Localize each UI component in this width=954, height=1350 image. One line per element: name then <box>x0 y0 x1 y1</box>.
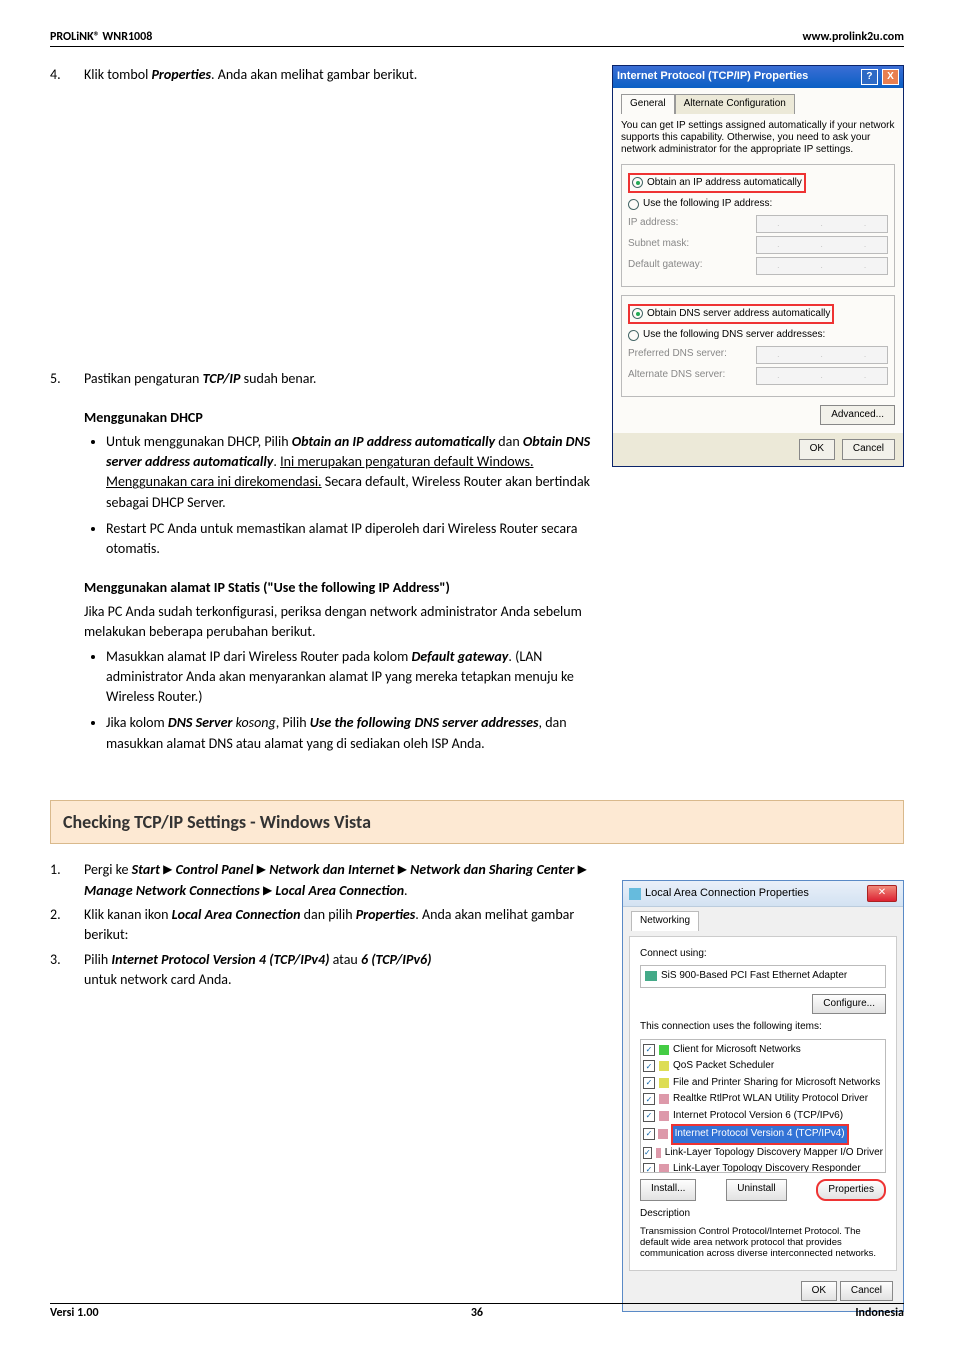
connection-items-list[interactable]: ✓Client for Microsoft Networks ✓QoS Pack… <box>640 1039 886 1173</box>
close-icon[interactable]: ✕ <box>867 885 897 902</box>
tab-networking[interactable]: Networking <box>631 911 699 931</box>
radio-obtain-ip-auto[interactable]: Obtain an IP address automatically <box>628 173 806 194</box>
connect-using-label: Connect using: <box>640 947 886 962</box>
footer-center: 36 <box>471 1306 483 1320</box>
list-item-selected[interactable]: Internet Protocol Version 4 (TCP/IPv4) <box>671 1124 849 1145</box>
vista-step-1: 1. Pergi ke Start ▶ Control Panel ▶ Netw… <box>50 860 608 901</box>
static-heading: Menggunakan alamat IP Statis ("Use the f… <box>84 578 598 598</box>
advanced-button[interactable]: Advanced... <box>820 405 895 426</box>
dialog-titlebar: Internet Protocol (TCP/IP) Properties ? … <box>613 66 903 88</box>
section-heading-vista: Checking TCP/IP Settings - Windows Vista <box>50 800 904 844</box>
dialog-description: You can get IP settings assigned automat… <box>621 120 895 156</box>
dns-group: Obtain DNS server address automatically … <box>621 295 895 397</box>
nic-icon <box>645 971 657 981</box>
field-ip-address: IP address:... <box>628 215 888 233</box>
list-item: ✓Link-Layer Topology Discovery Mapper I/… <box>643 1145 883 1162</box>
dialog-title: Internet Protocol (TCP/IP) Properties <box>617 69 808 85</box>
list-item: ✓Realtke RtlProt WLAN Utility Protocol D… <box>643 1091 883 1108</box>
step-number: 5. <box>50 369 84 768</box>
header-left: PROLiNK® WNR1008 <box>50 30 152 44</box>
cancel-button[interactable]: Cancel <box>840 1281 893 1302</box>
install-button[interactable]: Install... <box>640 1179 696 1202</box>
list-item: ✓QoS Packet Scheduler <box>643 1058 883 1075</box>
step-4: 4. Klik tombol Properties. Anda akan mel… <box>50 65 598 85</box>
page-footer: Versi 1.00 36 Indonesia <box>50 1303 904 1320</box>
cancel-button[interactable]: Cancel <box>842 439 895 460</box>
help-icon[interactable]: ? <box>861 69 878 85</box>
list-item: ✓Internet Protocol Version 6 (TCP/IPv6) <box>643 1108 883 1125</box>
ip-group: Obtain an IP address automatically Use t… <box>621 164 895 287</box>
lac-properties-dialog: Local Area Connection Properties ✕ Netwo… <box>622 880 904 1312</box>
adapter-field: SiS 900-Based PCI Fast Ethernet Adapter <box>640 965 886 988</box>
header-right: www.prolink2u.com <box>803 30 904 44</box>
dhcp-bullet-1: Untuk menggunakan DHCP, Pilih Obtain an … <box>106 432 598 513</box>
tab-general[interactable]: General <box>621 94 675 114</box>
uninstall-button[interactable]: Uninstall <box>726 1179 786 1202</box>
static-intro: Jika PC Anda sudah terkonfigurasi, perik… <box>84 602 598 643</box>
ok-button[interactable]: OK <box>801 1281 837 1302</box>
field-alternate-dns: Alternate DNS server:... <box>628 367 888 385</box>
vista-step-2: 2. Klik kanan ikon Local Area Connection… <box>50 905 608 946</box>
ok-button[interactable]: OK <box>799 439 835 460</box>
radio-obtain-dns-auto[interactable]: Obtain DNS server address automatically <box>628 304 834 325</box>
description-text: Transmission Control Protocol/Internet P… <box>640 1226 886 1260</box>
configure-button[interactable]: Configure... <box>812 994 886 1015</box>
network-icon <box>629 888 641 900</box>
tab-alternate[interactable]: Alternate Configuration <box>675 94 795 114</box>
field-preferred-dns: Preferred DNS server:... <box>628 346 888 364</box>
tcpip-properties-dialog: Internet Protocol (TCP/IP) Properties ? … <box>612 65 904 467</box>
list-item: ✓Client for Microsoft Networks <box>643 1042 883 1059</box>
field-default-gateway: Default gateway:... <box>628 257 888 275</box>
items-label: This connection uses the following items… <box>640 1020 886 1035</box>
list-item: ✓File and Printer Sharing for Microsoft … <box>643 1075 883 1092</box>
dhcp-heading: Menggunakan DHCP <box>84 408 598 428</box>
vista-step-3: 3. Pilih Internet Protocol Version 4 (TC… <box>50 950 608 991</box>
footer-right: Indonesia <box>855 1306 904 1320</box>
radio-use-following-ip[interactable]: Use the following IP address: <box>628 197 888 212</box>
page-header: PROLiNK® WNR1008 www.prolink2u.com <box>50 30 904 47</box>
static-bullet-2: Jika kolom DNS Server kosong, Pilih Use … <box>106 713 598 754</box>
dialog-titlebar: Local Area Connection Properties ✕ <box>623 881 903 907</box>
radio-use-following-dns[interactable]: Use the following DNS server addresses: <box>628 328 888 343</box>
field-subnet-mask: Subnet mask:... <box>628 236 888 254</box>
footer-left: Versi 1.00 <box>50 1306 99 1320</box>
properties-button[interactable]: Properties <box>816 1179 886 1202</box>
list-item: ✓Link-Layer Topology Discovery Responder <box>643 1161 883 1173</box>
description-label: Description <box>640 1207 886 1222</box>
step-number: 4. <box>50 65 84 85</box>
static-bullet-1: Masukkan alamat IP dari Wireless Router … <box>106 647 598 708</box>
step-5: 5. Pastikan pengaturan TCP/IP sudah bena… <box>50 369 598 768</box>
dialog-title: Local Area Connection Properties <box>645 886 809 902</box>
dhcp-bullet-2: Restart PC Anda untuk memastikan alamat … <box>106 519 598 560</box>
close-icon[interactable]: X <box>882 69 899 85</box>
